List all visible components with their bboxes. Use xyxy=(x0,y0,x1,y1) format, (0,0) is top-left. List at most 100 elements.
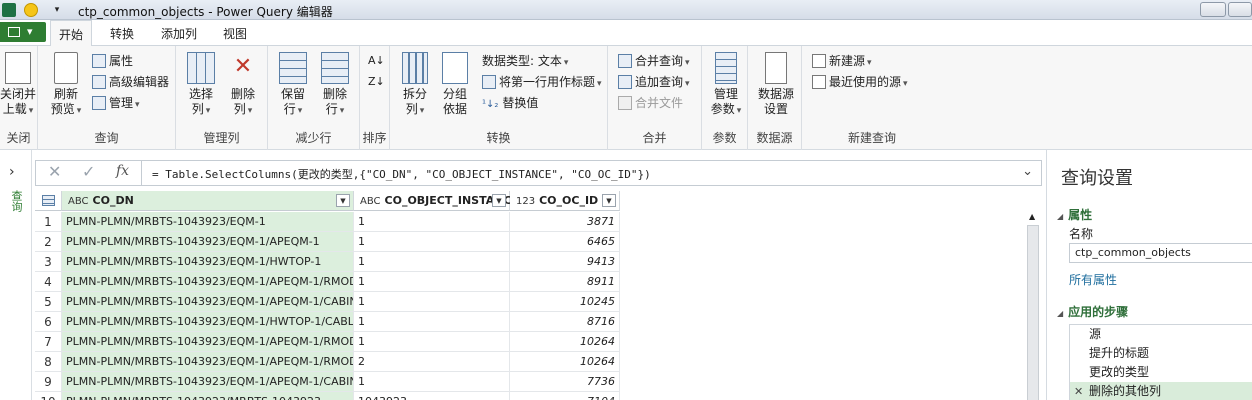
minimize-button[interactable] xyxy=(1200,2,1226,17)
keep-rows-button[interactable]: 保留 行 ▾ xyxy=(274,52,312,119)
cell-co-dn[interactable]: PLMN-PLMN/MRBTS-1043923/EQM-1/APEQM-1/CA… xyxy=(62,292,354,312)
manage-query-button[interactable]: 管理 ▾ xyxy=(92,94,140,112)
scroll-up-icon[interactable]: ▲ xyxy=(1029,212,1035,221)
all-properties-link[interactable]: 所有属性 xyxy=(1069,271,1117,288)
tab-transform[interactable]: 转换 xyxy=(110,25,134,42)
number-type-icon[interactable]: 123 xyxy=(516,196,535,207)
use-first-row-as-headers-button[interactable]: 将第一行用作标题 ▾ xyxy=(482,73,602,91)
cell-co-oc-id[interactable]: 9413 xyxy=(510,252,620,272)
remove-rows-button[interactable]: 删除 行 ▾ xyxy=(316,52,354,119)
cell-co-object-instance[interactable]: 1 xyxy=(354,332,510,352)
cell-co-oc-id[interactable]: 8716 xyxy=(510,312,620,332)
queries-pane-collapsed[interactable]: › 查询 xyxy=(0,150,32,400)
group-by-button[interactable]: 分组 依据 xyxy=(436,52,474,117)
cell-co-object-instance[interactable]: 1 xyxy=(354,272,510,292)
row-number[interactable]: 8 xyxy=(35,352,62,372)
choose-columns-button[interactable]: 选择 列 ▾ xyxy=(182,52,220,119)
table-corner-menu[interactable] xyxy=(35,191,62,211)
cell-co-dn[interactable]: PLMN-PLMN/MRBTS-1043923/EQM-1/HWTOP-1 xyxy=(62,252,354,272)
cell-co-object-instance[interactable]: 1 xyxy=(354,372,510,392)
query-name-input[interactable]: ctp_common_objects xyxy=(1069,243,1252,263)
split-column-button[interactable]: 拆分 列 ▾ xyxy=(396,52,434,119)
cell-co-dn[interactable]: PLMN-PLMN/MRBTS-1043923/EQM-1 xyxy=(62,212,354,232)
column-header-co-dn[interactable]: ABC CO_DN ▼ xyxy=(62,191,354,211)
advanced-editor-button[interactable]: 高级编辑器 xyxy=(92,73,169,91)
excel-icon[interactable] xyxy=(2,3,16,17)
cell-co-dn[interactable]: PLMN-PLMN/MRBTS-1043923/EQM-1/APEQM-1/CA… xyxy=(62,372,354,392)
cell-co-oc-id[interactable]: 3871 xyxy=(510,212,620,232)
formula-text[interactable]: = Table.SelectColumns(更改的类型,{"CO_DN", "C… xyxy=(152,166,651,182)
cell-co-dn[interactable]: PLMN-PLMN/MRBTS-1043923/EQM-1/HWTOP-1/CA… xyxy=(62,312,354,332)
cell-co-oc-id[interactable]: 10264 xyxy=(510,332,620,352)
cancel-formula-icon[interactable]: ✕ xyxy=(48,162,61,181)
row-number[interactable]: 9 xyxy=(35,372,62,392)
sort-ascending-button[interactable]: A↓ xyxy=(368,52,385,70)
manage-parameters-button[interactable]: 管理 参数 ▾ xyxy=(706,52,746,119)
cell-co-oc-id[interactable]: 10245 xyxy=(510,292,620,312)
expand-queries-icon[interactable]: › xyxy=(9,164,15,180)
cell-co-object-instance[interactable]: 2 xyxy=(354,352,510,372)
applied-steps-section-header[interactable]: ◢ 应用的步骤 xyxy=(1057,303,1128,320)
row-number[interactable]: 2 xyxy=(35,232,62,252)
text-type-icon[interactable]: ABC xyxy=(360,196,381,207)
append-queries-button[interactable]: 追加查询 ▾ xyxy=(618,73,690,91)
cell-co-object-instance[interactable]: 1 xyxy=(354,312,510,332)
properties-button[interactable]: 属性 xyxy=(92,52,133,70)
column-header-co-oc-id[interactable]: 123 CO_OC_ID ▼ xyxy=(510,191,620,211)
delete-step-icon[interactable]: ✕ xyxy=(1074,382,1083,400)
cell-co-object-instance[interactable]: 1043923 xyxy=(354,392,510,400)
expand-formula-icon[interactable]: ⌄ xyxy=(1022,164,1033,179)
sort-descending-button[interactable]: Z↓ xyxy=(368,73,385,91)
vertical-scrollbar[interactable]: ▲ xyxy=(1026,212,1041,400)
cell-co-dn[interactable]: PLMN-PLMN/MRBTS-1043923/EQM-1/APEQM-1 xyxy=(62,232,354,252)
cell-co-dn[interactable]: PLMN-PLMN/MRBTS-1043923/MRBTS-1043923 xyxy=(62,392,354,400)
close-and-load-button[interactable]: 关闭并 上载 ▾ xyxy=(0,52,36,119)
cell-co-dn[interactable]: PLMN-PLMN/MRBTS-1043923/EQM-1/APEQM-1/RM… xyxy=(62,272,354,292)
tab-view[interactable]: 视图 xyxy=(223,25,247,42)
row-number[interactable]: 5 xyxy=(35,292,62,312)
cell-co-dn[interactable]: PLMN-PLMN/MRBTS-1043923/EQM-1/APEQM-1/RM… xyxy=(62,332,354,352)
cell-co-dn[interactable]: PLMN-PLMN/MRBTS-1043923/EQM-1/APEQM-1/RM… xyxy=(62,352,354,372)
new-source-button[interactable]: 新建源 ▾ xyxy=(812,52,872,70)
filter-dropdown-icon[interactable]: ▼ xyxy=(602,194,616,207)
cell-co-object-instance[interactable]: 1 xyxy=(354,252,510,272)
cell-co-oc-id[interactable]: 6465 xyxy=(510,232,620,252)
column-header-co-object-instance[interactable]: ABC CO_OBJECT_INSTANCE ▼ xyxy=(354,191,519,211)
filter-dropdown-icon[interactable]: ▼ xyxy=(492,194,506,207)
cell-co-oc-id[interactable]: 8911 xyxy=(510,272,620,292)
cell-co-oc-id[interactable]: 10264 xyxy=(510,352,620,372)
tab-add-column[interactable]: 添加列 xyxy=(161,25,197,42)
cell-co-oc-id[interactable]: 7104 xyxy=(510,392,620,400)
row-number[interactable]: 4 xyxy=(35,272,62,292)
step-changed-type[interactable]: 更改的类型 xyxy=(1070,363,1252,382)
refresh-preview-button[interactable]: 刷新 预览 ▾ xyxy=(48,52,84,119)
replace-values-button[interactable]: ¹↓₂ 替换值 xyxy=(482,94,538,112)
cell-co-object-instance[interactable]: 1 xyxy=(354,212,510,232)
combine-files-button[interactable]: 合并文件 xyxy=(618,94,683,112)
row-number[interactable]: 10 xyxy=(35,392,62,400)
cell-co-object-instance[interactable]: 1 xyxy=(354,232,510,252)
row-number[interactable]: 7 xyxy=(35,332,62,352)
merge-queries-button[interactable]: 合并查询 ▾ xyxy=(618,52,690,70)
scroll-thumb[interactable] xyxy=(1027,225,1039,400)
maximize-button[interactable] xyxy=(1228,2,1252,17)
file-menu-button[interactable]: ▾ xyxy=(0,22,46,42)
fx-icon[interactable]: fx xyxy=(116,163,129,179)
data-type-dropdown[interactable]: 数据类型: 文本 ▾ xyxy=(482,52,568,70)
quick-access-dropdown-icon[interactable]: ▾ xyxy=(50,3,64,17)
step-source[interactable]: 源 xyxy=(1070,325,1252,344)
smiley-icon[interactable] xyxy=(24,3,38,17)
recent-sources-button[interactable]: 最近使用的源 ▾ xyxy=(812,73,908,91)
remove-columns-button[interactable]: ✕ 删除 列 ▾ xyxy=(224,52,262,119)
step-promoted-headers[interactable]: 提升的标题 xyxy=(1070,344,1252,363)
step-removed-other-columns[interactable]: ✕ 删除的其他列 xyxy=(1070,382,1252,400)
row-number[interactable]: 6 xyxy=(35,312,62,332)
row-number[interactable]: 1 xyxy=(35,212,62,232)
cell-co-object-instance[interactable]: 1 xyxy=(354,292,510,312)
tab-home[interactable]: 开始 xyxy=(50,20,93,47)
text-type-icon[interactable]: ABC xyxy=(68,196,89,207)
properties-section-header[interactable]: ◢ 属性 xyxy=(1057,206,1092,223)
row-number[interactable]: 3 xyxy=(35,252,62,272)
filter-dropdown-icon[interactable]: ▼ xyxy=(336,194,350,207)
confirm-formula-icon[interactable]: ✓ xyxy=(82,162,95,181)
